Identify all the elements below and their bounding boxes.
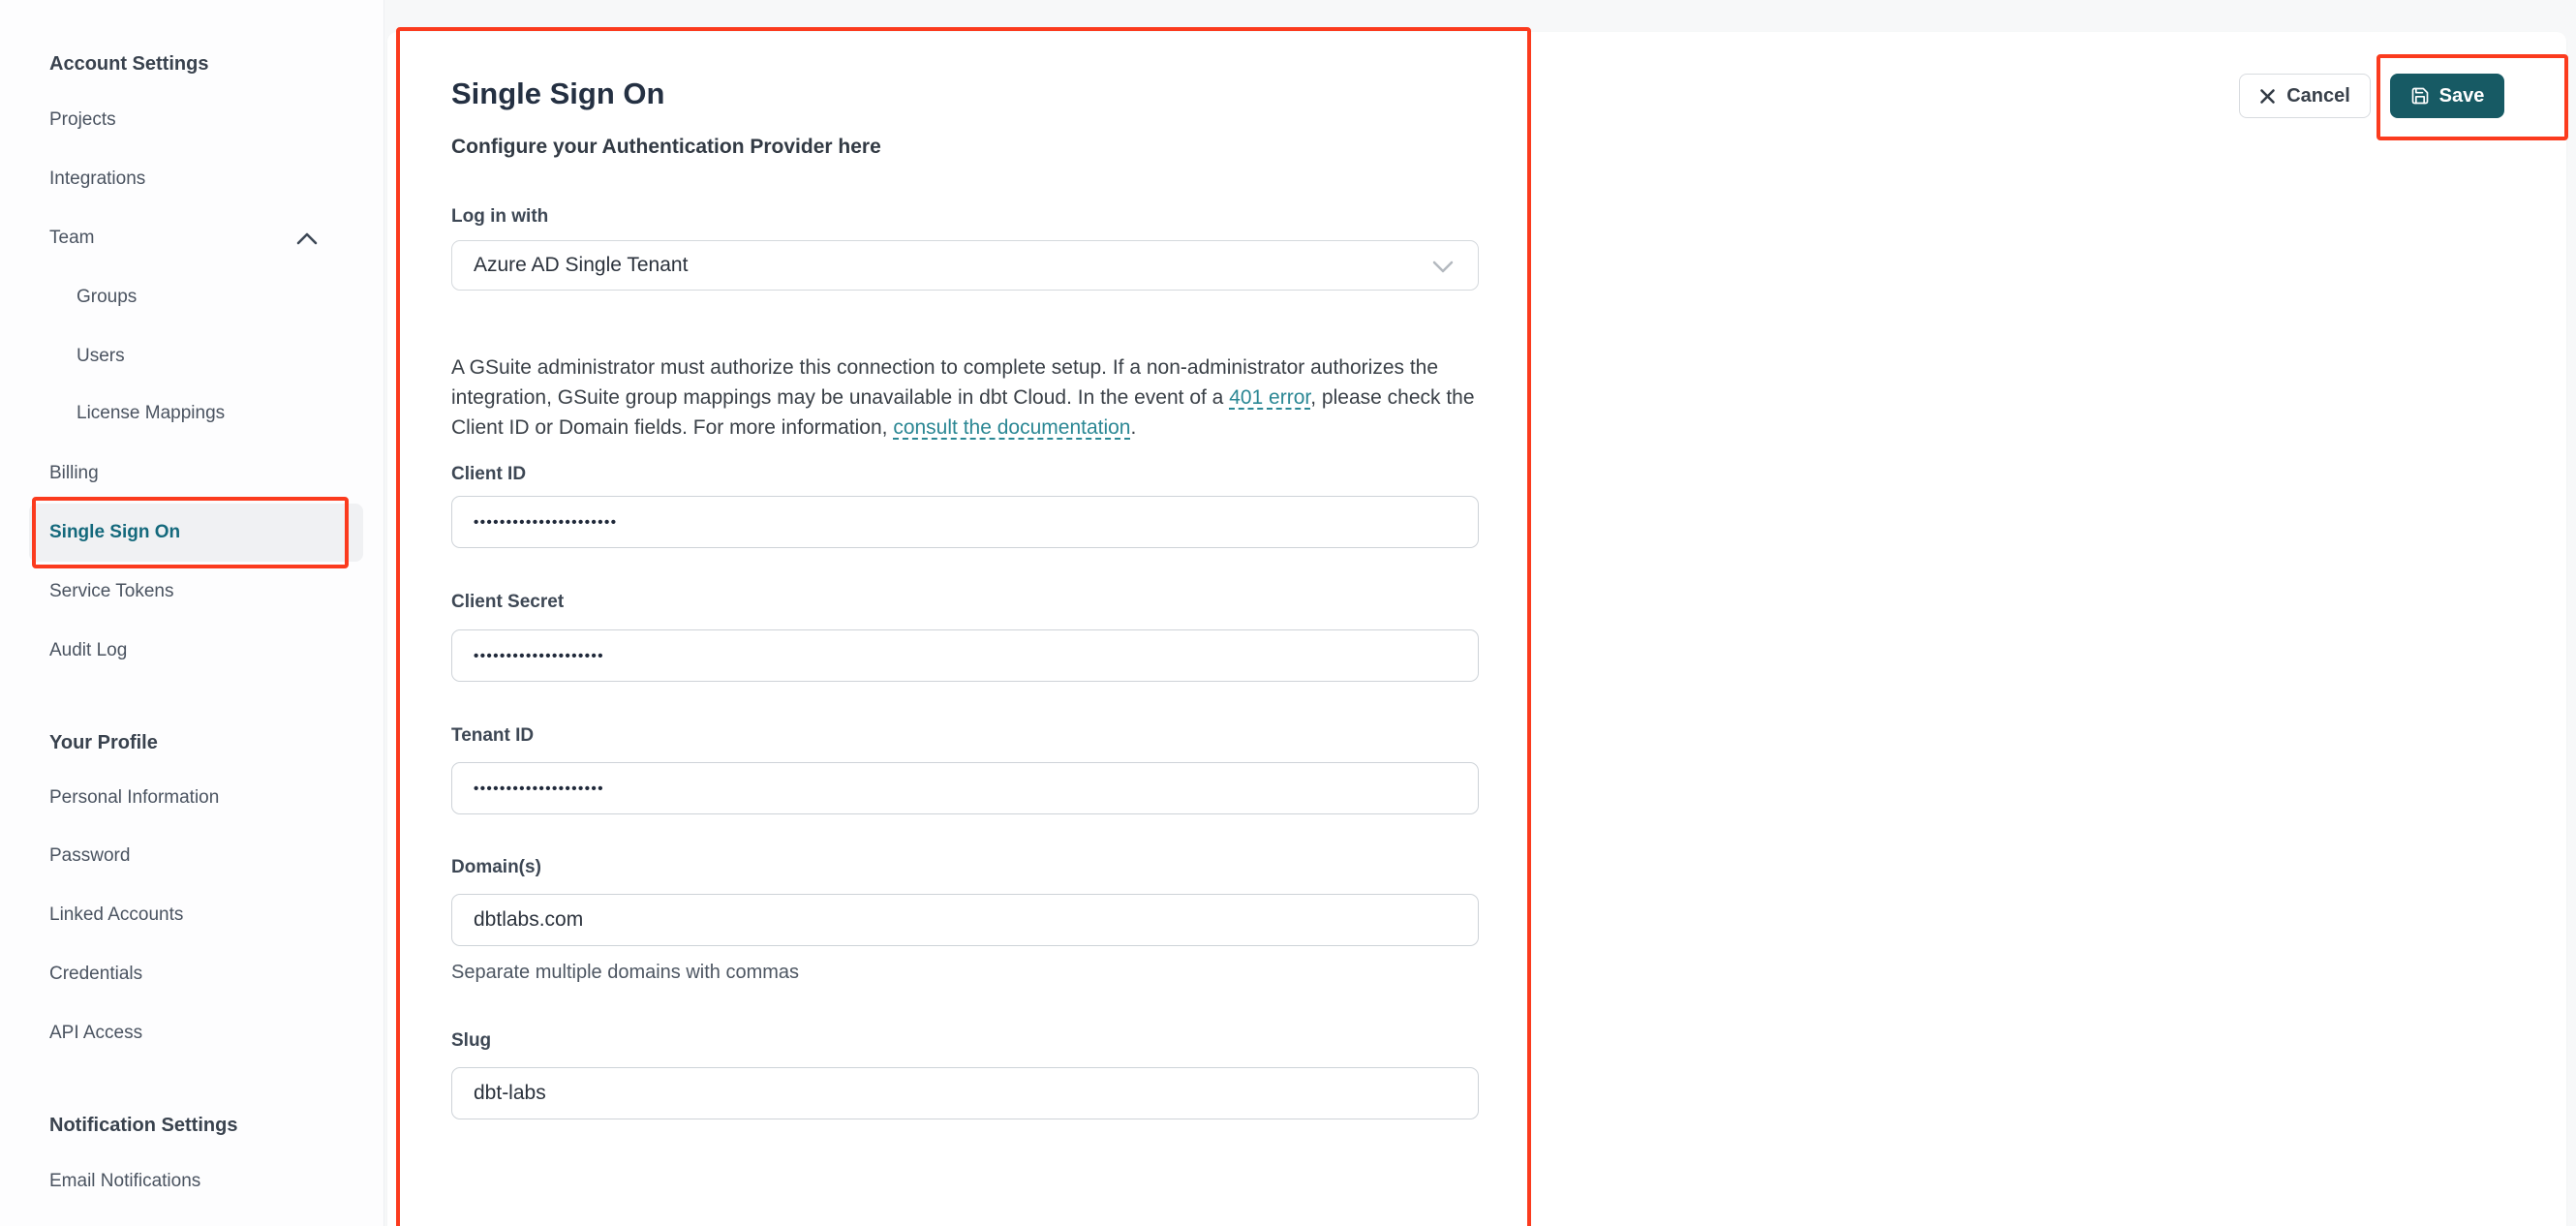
- save-icon: [2410, 86, 2430, 106]
- sidebar-item-groups[interactable]: Groups: [77, 285, 137, 310]
- page-title: Single Sign On: [451, 77, 665, 110]
- page-subtitle: Configure your Authentication Provider h…: [451, 136, 881, 158]
- sidebar-item-users[interactable]: Users: [77, 344, 125, 369]
- consult-documentation-link[interactable]: consult the documentation: [893, 416, 1130, 439]
- sidebar-item-service-tokens[interactable]: Service Tokens: [49, 579, 174, 604]
- login-with-select[interactable]: Azure AD Single Tenant: [451, 240, 1479, 291]
- sidebar-item-api-access[interactable]: API Access: [49, 1021, 142, 1046]
- domains-label: Domain(s): [451, 857, 541, 877]
- close-icon: [2259, 88, 2276, 105]
- gsuite-notice-text: A GSuite administrator must authorize th…: [451, 352, 1481, 443]
- settings-sidebar: Account Settings Projects Integrations T…: [0, 0, 384, 1226]
- sidebar-item-single-sign-on[interactable]: Single Sign On: [29, 504, 363, 562]
- sidebar-item-audit-log[interactable]: Audit Log: [49, 638, 127, 663]
- sidebar-item-password[interactable]: Password: [49, 843, 130, 869]
- save-button[interactable]: Save: [2390, 74, 2504, 118]
- cancel-button[interactable]: Cancel: [2239, 74, 2371, 118]
- account-settings-page: Account Settings Projects Integrations T…: [0, 0, 2576, 1226]
- client-id-input[interactable]: [451, 496, 1479, 548]
- sidebar-section-notification-settings: Notification Settings: [49, 1115, 238, 1136]
- sidebar-section-your-profile: Your Profile: [49, 732, 158, 753]
- domains-input[interactable]: [451, 894, 1479, 946]
- sidebar-item-email-notifications[interactable]: Email Notifications: [49, 1169, 200, 1194]
- sidebar-item-credentials[interactable]: Credentials: [49, 962, 142, 987]
- sidebar-section-account-settings: Account Settings: [49, 53, 209, 75]
- login-with-label: Log in with: [451, 206, 549, 227]
- cancel-button-label: Cancel: [2286, 84, 2350, 107]
- sidebar-item-billing[interactable]: Billing: [49, 461, 99, 486]
- client-secret-label: Client Secret: [451, 592, 565, 612]
- client-secret-input[interactable]: [451, 629, 1479, 682]
- chevron-down-icon: [1431, 260, 1455, 274]
- tenant-id-label: Tenant ID: [451, 725, 535, 746]
- save-button-label: Save: [2438, 84, 2485, 107]
- chevron-up-icon[interactable]: [296, 231, 318, 246]
- sidebar-item-linked-accounts[interactable]: Linked Accounts: [49, 903, 183, 928]
- notice-text-3: .: [1130, 416, 1137, 439]
- slug-label: Slug: [451, 1030, 492, 1051]
- sidebar-item-projects[interactable]: Projects: [49, 107, 116, 133]
- login-with-selected-value: Azure AD Single Tenant: [474, 254, 689, 276]
- sso-settings-panel: Single Sign On Configure your Authentica…: [387, 32, 2566, 1226]
- sidebar-item-license-mappings[interactable]: License Mappings: [77, 401, 225, 426]
- sidebar-item-team[interactable]: Team: [49, 226, 94, 251]
- domains-helper-text: Separate multiple domains with commas: [451, 962, 800, 983]
- 401-error-link[interactable]: 401 error: [1229, 386, 1310, 409]
- tenant-id-input[interactable]: [451, 762, 1479, 814]
- sidebar-item-personal-information[interactable]: Personal Information: [49, 785, 219, 811]
- client-id-label: Client ID: [451, 464, 527, 484]
- sidebar-item-single-sign-on-label: Single Sign On: [49, 522, 181, 542]
- slug-input[interactable]: [451, 1067, 1479, 1119]
- sidebar-item-integrations[interactable]: Integrations: [49, 167, 145, 192]
